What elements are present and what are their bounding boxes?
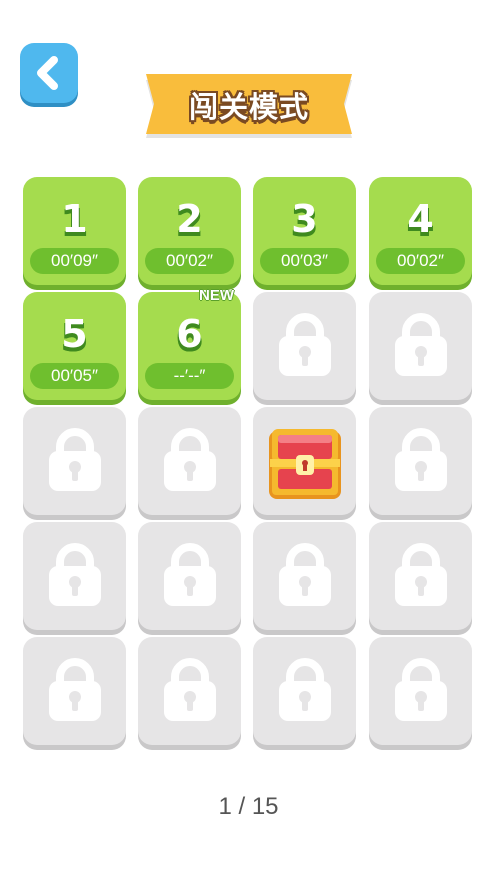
level-number: 6 <box>176 312 203 356</box>
locked-level-tile <box>369 637 472 745</box>
level-number: 2 <box>176 197 203 241</box>
locked-level-tile <box>138 637 241 745</box>
level-tile-3[interactable]: 3 00′03″ <box>253 177 356 285</box>
best-time: 00′09″ <box>30 248 119 274</box>
level-number: 3 <box>291 197 318 241</box>
lock-icon <box>49 425 101 497</box>
best-time: 00′02″ <box>376 248 465 274</box>
locked-level-tile <box>23 407 126 515</box>
lock-icon <box>395 655 447 727</box>
level-tile-2[interactable]: 2 00′02″ <box>138 177 241 285</box>
locked-level-tile <box>253 637 356 745</box>
locked-level-tile <box>253 292 356 400</box>
chevron-left-icon <box>37 56 58 90</box>
locked-level-tile <box>138 522 241 630</box>
lock-icon <box>49 540 101 612</box>
lock-icon <box>49 655 101 727</box>
lock-icon <box>395 310 447 382</box>
level-tile-1[interactable]: 1 00′09″ <box>23 177 126 285</box>
locked-level-tile <box>23 637 126 745</box>
lock-icon <box>279 540 331 612</box>
level-tile-5[interactable]: 5 00′05″ <box>23 292 126 400</box>
new-badge: NEW <box>199 287 234 304</box>
level-number: 5 <box>61 312 88 356</box>
locked-level-tile <box>369 407 472 515</box>
locked-level-tile <box>23 522 126 630</box>
treasure-chest-icon <box>266 425 344 505</box>
lock-icon <box>395 540 447 612</box>
locked-level-tile <box>369 292 472 400</box>
reward-chest-tile[interactable] <box>253 407 356 515</box>
best-time: 00′02″ <box>145 248 234 274</box>
lock-icon <box>164 540 216 612</box>
locked-level-tile <box>369 522 472 630</box>
locked-level-tile <box>138 407 241 515</box>
back-button[interactable] <box>20 43 78 103</box>
best-time: 00′05″ <box>30 363 119 389</box>
lock-icon <box>279 310 331 382</box>
level-number: 1 <box>61 197 88 241</box>
locked-level-tile <box>253 522 356 630</box>
lock-icon <box>164 425 216 497</box>
page-title: 闯关模式 <box>188 90 309 124</box>
level-tile-6[interactable]: 6 --′--″ <box>138 292 241 400</box>
best-time: 00′03″ <box>260 248 349 274</box>
lock-icon <box>164 655 216 727</box>
level-tile-4[interactable]: 4 00′02″ <box>369 177 472 285</box>
lock-icon <box>395 425 447 497</box>
page-indicator: 1 / 15 <box>218 793 279 820</box>
lock-icon <box>279 655 331 727</box>
level-number: 4 <box>407 197 434 241</box>
title-banner: 闯关模式 <box>144 74 354 140</box>
best-time: --′--″ <box>145 363 234 389</box>
